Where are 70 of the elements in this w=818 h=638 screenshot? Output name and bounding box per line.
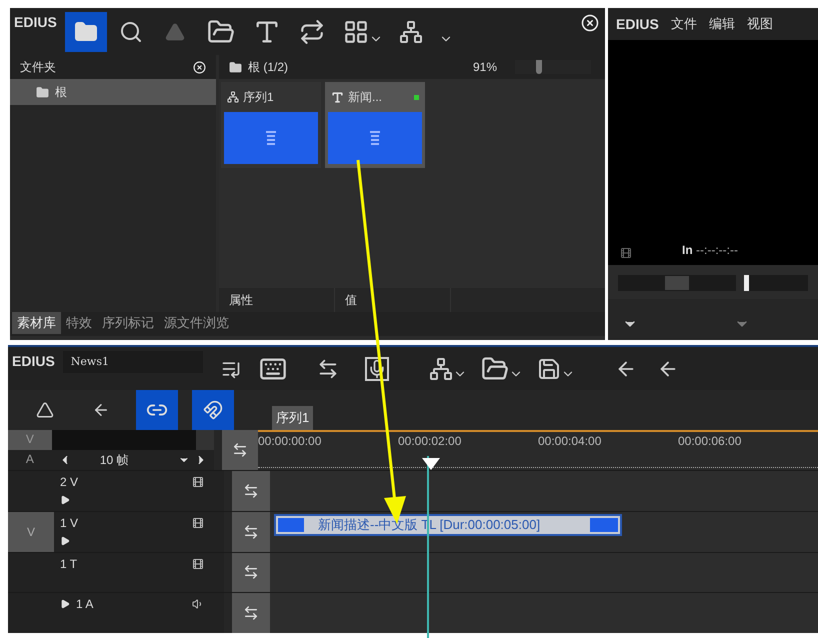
folder-open-icon[interactable] (206, 18, 235, 46)
mode-button[interactable] (192, 390, 234, 430)
triangle-icon (36, 401, 54, 420)
swap-icon (232, 442, 248, 458)
tab[interactable]: 序列标记 (97, 312, 159, 334)
track-name: 1 T (60, 556, 78, 573)
expand-icon[interactable] (60, 495, 70, 506)
expand-icon[interactable] (60, 536, 70, 546)
menu-item[interactable]: 文件 (670, 14, 697, 34)
jog-bar[interactable] (744, 275, 808, 291)
search-icon[interactable] (118, 20, 143, 44)
tab[interactable]: 素材库 (12, 312, 61, 334)
film-icon[interactable] (192, 558, 204, 570)
track-name: 2 V (60, 474, 78, 492)
mode-button[interactable] (136, 390, 178, 430)
menu-item[interactable]: 编辑 (708, 14, 735, 34)
clip-name: 序列1 (243, 89, 274, 106)
timecode-label: 00:00:04:00 (538, 433, 602, 450)
app-logo: EDIUS (12, 352, 55, 371)
close-icon[interactable] (193, 60, 206, 74)
panel-title: 文件夹 (20, 59, 56, 76)
frame-scale[interactable]: 10 帧 (100, 451, 129, 470)
grid-icon[interactable] (342, 18, 369, 44)
save-icon[interactable] (536, 356, 561, 381)
app-logo: EDIUS (14, 13, 57, 32)
folder-icon (229, 60, 242, 74)
tab[interactable]: 特效 (61, 312, 97, 334)
replace-icon[interactable] (298, 18, 325, 44)
zoom-level: 91% (472, 59, 497, 76)
clip-name: 新闻... (348, 89, 382, 106)
title-icon (331, 90, 344, 104)
expand-icon[interactable] (60, 599, 70, 610)
timecode-label: 00:00:06:00 (678, 433, 742, 450)
magnet-icon (203, 400, 223, 420)
shuttle-thumb[interactable] (665, 276, 689, 290)
clip-card[interactable]: 新闻... (325, 82, 425, 168)
project-field[interactable]: News1 (62, 351, 203, 373)
sync-button[interactable] (222, 430, 258, 470)
track-name: 1 V (60, 514, 78, 532)
folder-path: 根 (1/2) (248, 59, 288, 76)
swap-icon (243, 605, 259, 622)
close-icon[interactable] (581, 14, 599, 32)
app-logo: EDIUS (616, 14, 659, 34)
film-icon[interactable] (192, 476, 204, 488)
film-icon[interactable] (192, 516, 204, 529)
track-patch[interactable]: V (8, 512, 54, 552)
sequence-icon (227, 91, 239, 103)
clip-card[interactable]: 序列1 (221, 82, 321, 168)
folder-icon (74, 20, 98, 44)
swap-icon (243, 524, 259, 540)
sequence-tab[interactable]: 序列1 (272, 406, 314, 430)
folder-item[interactable]: 根 (10, 79, 216, 105)
timecode-label: 00:00:02:00 (398, 433, 462, 450)
in-timecode: In --:--:--:-- (682, 242, 738, 259)
sequence-icon[interactable] (428, 356, 453, 381)
sync-button[interactable] (232, 593, 270, 633)
sync-button[interactable] (232, 512, 270, 552)
folder-icon (36, 86, 49, 98)
swap-icon (243, 483, 259, 499)
swap-icon (243, 564, 259, 580)
timecode-label: 00:00:00:00 (258, 433, 322, 450)
microphone-icon[interactable] (364, 356, 389, 381)
zoom-slider-thumb[interactable] (536, 60, 542, 74)
folder-button[interactable] (64, 12, 107, 52)
track-name: 1 A (76, 596, 94, 614)
patch-label[interactable]: A (8, 450, 52, 470)
menu-item[interactable]: 视图 (746, 14, 773, 34)
tab[interactable]: 源文件浏览 (159, 312, 234, 334)
sync-button[interactable] (232, 552, 270, 592)
sync-button[interactable] (232, 471, 270, 511)
